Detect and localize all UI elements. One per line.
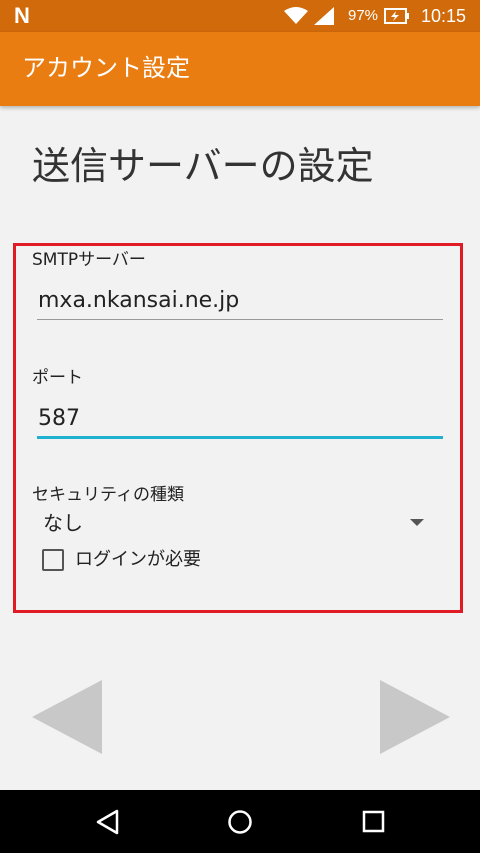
left-triangle-icon[interactable] — [30, 678, 104, 756]
notification-icon: N — [14, 3, 30, 28]
battery-charging-icon — [384, 8, 409, 24]
require-login-label[interactable]: ログインが必要 — [75, 548, 201, 572]
battery-percent: 97% — [348, 7, 379, 24]
clock: 10:15 — [421, 6, 467, 26]
wifi-icon — [284, 7, 308, 24]
smtp-server-underline — [37, 319, 443, 320]
app-bar-title: アカウント設定 — [22, 54, 190, 82]
dropdown-arrow-icon[interactable] — [410, 519, 424, 526]
system-nav-bar — [0, 790, 480, 853]
security-type-select[interactable]: なし — [43, 508, 83, 538]
app-bar: アカウント設定 — [0, 32, 480, 106]
recents-icon[interactable] — [362, 810, 386, 834]
signal-icon — [314, 7, 334, 25]
smtp-server-input[interactable]: mxa.nkansai.ne.jp — [38, 286, 239, 316]
home-icon[interactable] — [227, 809, 253, 835]
right-triangle-icon[interactable] — [378, 678, 452, 756]
port-underline — [37, 436, 443, 439]
security-type-label: セキュリティの種類 — [32, 485, 184, 505]
status-bar: N 97% 10:15 — [0, 0, 480, 32]
port-label: ポート — [32, 368, 83, 388]
require-login-checkbox[interactable] — [42, 549, 64, 571]
page-title: 送信サーバーの設定 — [32, 144, 374, 188]
smtp-server-label: SMTPサーバー — [32, 250, 146, 270]
back-icon[interactable] — [95, 809, 121, 835]
port-input[interactable]: 587 — [38, 404, 80, 434]
